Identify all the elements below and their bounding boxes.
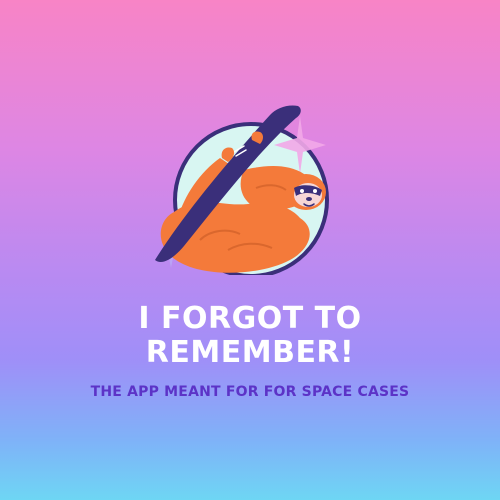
headline-line-2: REMEMBER! [145,335,355,370]
headline-line-1: I FORGOT TO [138,301,362,336]
tagline: THE APP MEANT FOR FOR SPACE CASES [90,384,410,400]
sloth-logo [155,105,329,275]
